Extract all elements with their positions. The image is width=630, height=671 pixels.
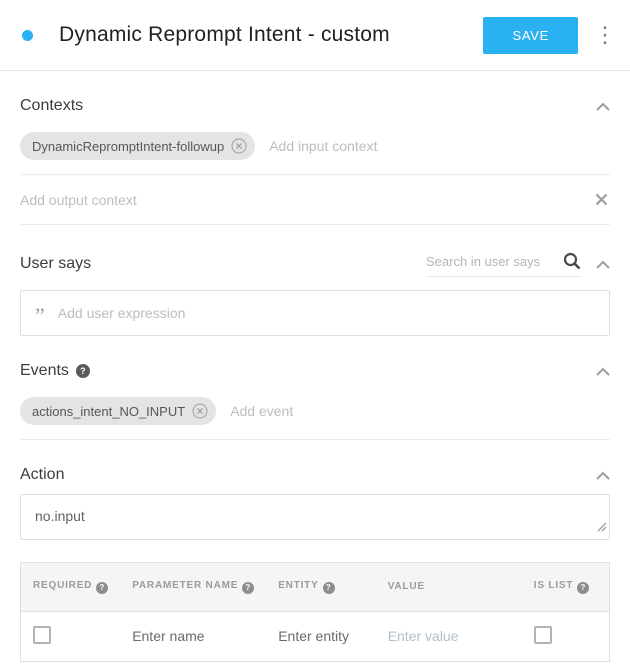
intent-form: Contexts DynamicRepromptIntent-followup — [0, 97, 630, 662]
parameter-name-help-icon[interactable]: ? — [242, 582, 254, 594]
is-list-checkbox[interactable] — [534, 626, 552, 644]
events-header: Events ? — [20, 362, 610, 380]
remove-event-icon[interactable] — [192, 403, 208, 419]
parameter-entity-field[interactable] — [278, 628, 359, 644]
search-icon[interactable] — [562, 251, 582, 271]
page-title: Dynamic Reprompt Intent - custom — [59, 23, 483, 47]
parameters-header-row: REQUIRED? PARAMETER NAME? ENTITY? VALUE … — [21, 563, 610, 612]
action-name-field[interactable] — [35, 508, 595, 524]
intent-header: Dynamic Reprompt Intent - custom SAVE ⋮ — [0, 0, 630, 71]
parameter-value-field[interactable] — [388, 628, 504, 644]
parameter-row — [21, 611, 610, 661]
is-list-help-icon[interactable]: ? — [577, 582, 589, 594]
more-options-icon[interactable]: ⋮ — [594, 24, 616, 46]
events-help-icon[interactable]: ? — [76, 364, 90, 378]
save-button[interactable]: SAVE — [483, 17, 578, 54]
required-help-icon[interactable]: ? — [96, 582, 108, 594]
contexts-title: Contexts — [20, 97, 83, 115]
input-contexts-row: DynamicRepromptIntent-followup — [20, 119, 610, 175]
event-chip: actions_intent_NO_INPUT — [20, 397, 216, 425]
entity-column-header: ENTITY? — [266, 563, 375, 612]
events-section: Events ? actions_intent_NO_INPUT — [20, 362, 610, 440]
add-event-field[interactable] — [230, 403, 411, 419]
user-says-search — [426, 251, 582, 277]
events-title: Events — [20, 362, 69, 380]
contexts-header: Contexts — [20, 97, 610, 115]
events-collapse-chevron-up-icon[interactable] — [596, 367, 610, 376]
value-column-header: VALUE — [376, 563, 522, 612]
remove-input-context-icon[interactable] — [231, 138, 247, 154]
event-chip-label: actions_intent_NO_INPUT — [32, 404, 185, 419]
action-header: Action — [20, 466, 610, 484]
parameters-table: REQUIRED? PARAMETER NAME? ENTITY? VALUE … — [20, 562, 610, 662]
search-input[interactable] — [426, 254, 554, 269]
add-input-context-field[interactable] — [269, 138, 450, 154]
is-list-column-header: IS LIST? — [522, 563, 610, 612]
intent-status-dot — [22, 30, 33, 41]
input-context-chip: DynamicRepromptIntent-followup — [20, 132, 255, 160]
parameter-name-field[interactable] — [132, 628, 248, 644]
clear-output-context-icon[interactable] — [593, 191, 610, 208]
action-title: Action — [20, 466, 64, 484]
entity-help-icon[interactable]: ? — [323, 582, 335, 594]
user-says-header: User says — [20, 251, 610, 277]
action-input-box — [20, 494, 610, 540]
user-expression-box: ” — [20, 290, 610, 336]
events-row: actions_intent_NO_INPUT — [20, 384, 610, 440]
contexts-section: Contexts DynamicRepromptIntent-followup — [20, 97, 610, 225]
user-says-collapse-chevron-up-icon[interactable] — [596, 260, 610, 269]
user-says-title: User says — [20, 255, 91, 273]
output-contexts-row — [20, 175, 610, 225]
quote-icon: ” — [35, 310, 45, 322]
required-column-header: REQUIRED? — [21, 563, 121, 612]
resize-grip-icon[interactable] — [597, 519, 607, 537]
user-says-section: User says ” — [20, 251, 610, 336]
add-user-expression-field[interactable] — [58, 305, 595, 321]
input-context-chip-label: DynamicRepromptIntent-followup — [32, 139, 224, 154]
add-output-context-field[interactable] — [20, 192, 593, 208]
contexts-collapse-chevron-up-icon[interactable] — [596, 102, 610, 111]
action-collapse-chevron-up-icon[interactable] — [596, 471, 610, 480]
action-section: Action — [20, 466, 610, 540]
required-checkbox[interactable] — [33, 626, 51, 644]
parameter-name-column-header: PARAMETER NAME? — [120, 563, 266, 612]
